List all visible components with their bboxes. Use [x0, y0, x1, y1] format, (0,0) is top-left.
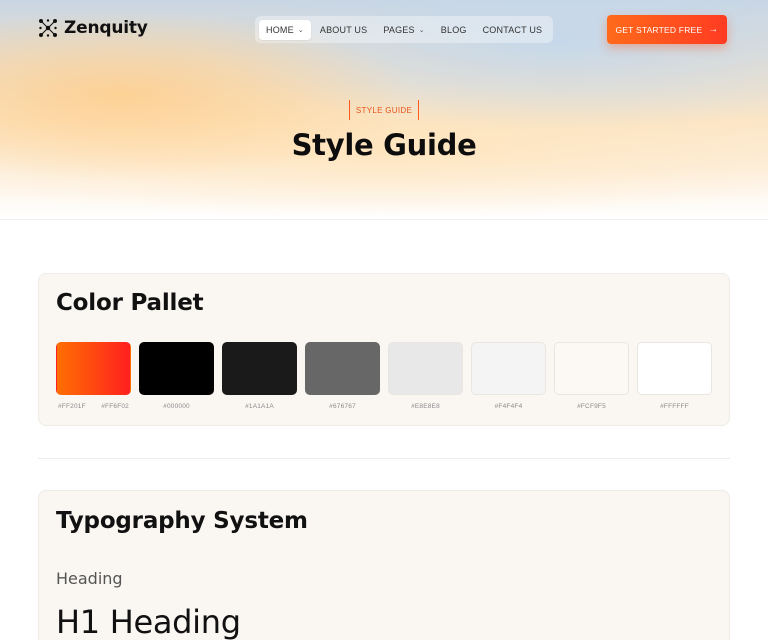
color-swatch — [554, 342, 629, 395]
color-swatch — [388, 342, 463, 395]
swatch-code: #FFFFFF — [660, 403, 689, 410]
nav-item-contact-us[interactable]: CONTACT US — [476, 20, 550, 40]
get-started-button[interactable]: GET STARTED FREE → — [607, 15, 727, 44]
hero-section: Zenquity HOME ⌄ ABOUT US PAGES ⌄ BLOG CO… — [0, 0, 768, 220]
swatch-code: #F4F4F4 — [494, 403, 523, 410]
nav-item-about-us[interactable]: ABOUT US — [313, 20, 374, 40]
brand-name: Zenquity — [64, 18, 148, 38]
chevron-down-icon: ⌄ — [297, 26, 304, 34]
section-tag: STYLE GUIDE — [349, 100, 419, 120]
nav-item-home[interactable]: HOME ⌄ — [259, 19, 311, 40]
color-swatch — [222, 342, 297, 395]
get-started-label: GET STARTED FREE — [615, 24, 703, 35]
typography-card: Typography System Heading H1 Heading — [38, 490, 730, 640]
nav-item-label: CONTACT US — [482, 24, 543, 35]
swatch-code: #E8E8E8 — [411, 403, 440, 410]
swatch-code: #1A1A1A — [245, 403, 274, 410]
swatch-code: #000000 — [163, 403, 190, 410]
color-swatch — [139, 342, 214, 395]
typography-label: Heading — [56, 569, 123, 588]
swatch-code-text: #FF6F02 — [101, 403, 129, 410]
color-swatch — [305, 342, 380, 395]
swatch-code: #FF201F #FF6F02 — [56, 403, 131, 410]
swatch-item: #E8E8E8 — [388, 342, 463, 410]
swatch-item: #676767 — [305, 342, 380, 410]
network-logo-icon — [39, 19, 57, 37]
swatch-code: #676767 — [329, 403, 356, 410]
brand-logo[interactable]: Zenquity — [38, 18, 148, 38]
h1-sample: H1 Heading — [56, 603, 241, 640]
swatch-item: #1A1A1A — [222, 342, 297, 410]
swatch-code-text: #FF201F — [58, 403, 86, 410]
page-title: Style Guide — [291, 128, 477, 162]
nav-item-pages[interactable]: PAGES ⌄ — [376, 20, 431, 40]
color-swatch — [56, 342, 131, 395]
swatch-code: #FCF9F5 — [577, 403, 606, 410]
main-nav: HOME ⌄ ABOUT US PAGES ⌄ BLOG CONTACT US — [255, 16, 554, 43]
nav-item-blog[interactable]: BLOG — [434, 20, 474, 40]
color-palette-card: Color Pallet #FF201F #FF6F02 #000000 #1A… — [38, 273, 730, 426]
color-swatch — [471, 342, 546, 395]
nav-item-label: PAGES — [383, 24, 415, 35]
swatch-row: #FF201F #FF6F02 #000000 #1A1A1A #676767 … — [56, 342, 712, 410]
swatch-item: #FFFFFF — [637, 342, 712, 410]
palette-title: Color Pallet — [56, 290, 204, 316]
swatch-item: #F4F4F4 — [471, 342, 546, 410]
nav-item-label: ABOUT US — [319, 24, 368, 35]
color-swatch — [637, 342, 712, 395]
swatch-item: #FF201F #FF6F02 — [56, 342, 131, 410]
section-divider — [38, 458, 730, 459]
chevron-down-icon: ⌄ — [418, 26, 425, 34]
typography-title: Typography System — [56, 508, 308, 534]
swatch-item: #000000 — [139, 342, 214, 410]
arrow-right-icon: → — [708, 24, 719, 35]
swatch-item: #FCF9F5 — [554, 342, 629, 410]
nav-item-label: BLOG — [440, 24, 467, 35]
nav-item-label: HOME — [266, 24, 294, 35]
